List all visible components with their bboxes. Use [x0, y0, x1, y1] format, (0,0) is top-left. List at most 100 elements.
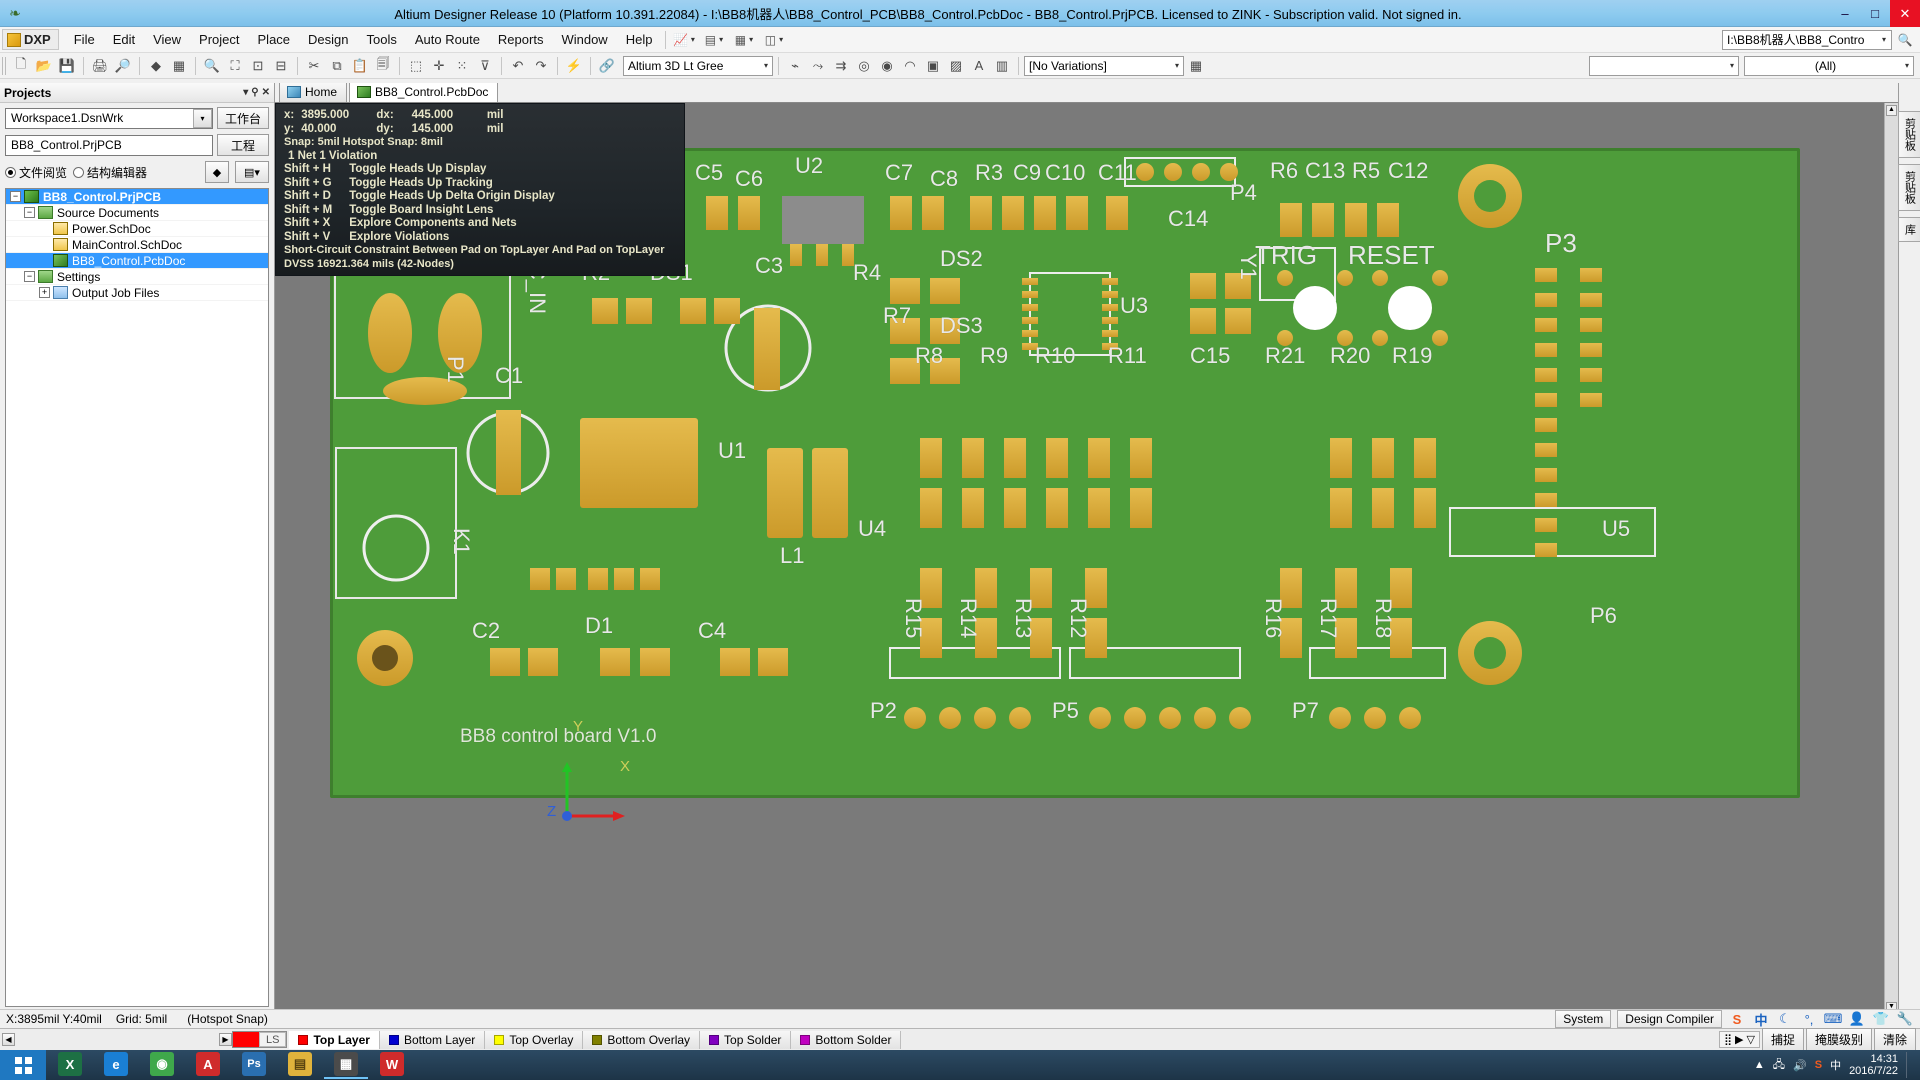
chrome-taskbar-icon[interactable]: ◉: [140, 1051, 184, 1079]
place-fill-icon[interactable]: ▣: [922, 55, 944, 76]
table-tool-icon[interactable]: ▤▾: [700, 30, 730, 50]
vtab-library[interactable]: 库: [1898, 217, 1920, 242]
doc-tab-pcbdoc[interactable]: BB8_Control.PcbDoc: [349, 83, 498, 102]
place-pad-icon[interactable]: ◎: [853, 55, 875, 76]
altium-taskbar-icon[interactable]: ▦: [324, 1051, 368, 1079]
toolbar-grip[interactable]: [2, 57, 7, 75]
project-tree[interactable]: − BB8_Control.PrjPCB − Source Documents …: [5, 188, 269, 1007]
zoom-filter-icon[interactable]: ⊟: [270, 55, 292, 76]
zoom-area-icon[interactable]: ⛶: [224, 55, 246, 76]
save-icon[interactable]: 💾: [56, 55, 78, 76]
route-interactive-icon[interactable]: ⌁: [784, 55, 806, 76]
minimize-button[interactable]: –: [1830, 0, 1860, 27]
view-config-combo[interactable]: Altium 3D Lt Gree ▾: [623, 56, 773, 76]
mask-level-icon-group[interactable]: ⣿ ▶ ▽: [1719, 1031, 1760, 1048]
close-button[interactable]: ✕: [1890, 0, 1920, 27]
tree-item-settings[interactable]: − Settings: [6, 269, 268, 285]
paste-icon[interactable]: 📋: [349, 55, 371, 76]
select-area-icon[interactable]: ⬚: [405, 55, 427, 76]
paste-special-icon[interactable]: 🗐: [372, 55, 394, 76]
menu-reports[interactable]: Reports: [489, 29, 553, 50]
redo-icon[interactable]: ↷: [530, 55, 552, 76]
tree-item-power-sch[interactable]: Power.SchDoc: [6, 221, 268, 237]
canvas-vertical-scrollbar[interactable]: ▲ ▼: [1884, 103, 1898, 1015]
tray-sogou-icon[interactable]: S: [1815, 1059, 1822, 1071]
sogou-ime-icon[interactable]: S: [1728, 1011, 1746, 1027]
variant-board-icon[interactable]: ▦: [1185, 55, 1207, 76]
open-project-icon[interactable]: ◆: [145, 55, 167, 76]
place-string-icon[interactable]: A: [968, 55, 990, 76]
layer-set-selector[interactable]: LS: [232, 1031, 287, 1048]
zoom-in-icon[interactable]: 🔍: [201, 55, 223, 76]
menu-tools[interactable]: Tools: [358, 29, 406, 50]
deselect-icon[interactable]: ⁙: [451, 55, 473, 76]
copy-icon[interactable]: ⧉: [326, 55, 348, 76]
layer-tab-bottom-layer[interactable]: Bottom Layer: [380, 1031, 485, 1049]
workspace-button[interactable]: 工作台: [217, 107, 269, 129]
tray-volume-icon[interactable]: 🔊: [1793, 1059, 1807, 1072]
move-icon[interactable]: ✛: [428, 55, 450, 76]
project-path-combo[interactable]: I:\BB8机器人\BB8_Contro ▾: [1722, 30, 1892, 50]
dxp-menu-button[interactable]: DXP: [2, 29, 59, 50]
tray-expand-icon[interactable]: ▲: [1754, 1059, 1765, 1071]
system-button[interactable]: System: [1555, 1010, 1611, 1028]
panel-tool-icon[interactable]: ◫▾: [760, 30, 790, 50]
tree-item-output-job-files[interactable]: + Output Job Files: [6, 285, 268, 301]
mask-level-button[interactable]: 掩膜级别: [1806, 1028, 1872, 1051]
punctuation-icon[interactable]: °,: [1800, 1011, 1818, 1027]
print-icon[interactable]: 🖨: [89, 55, 111, 76]
scroll-up-arrow-icon[interactable]: ▲: [1886, 105, 1897, 116]
pcb-canvas[interactable]: R1 C5 C6 U2 C7 C8 R3 C9 C10 C11 R6 C13 R…: [275, 103, 1898, 1028]
acrobat-taskbar-icon[interactable]: A: [186, 1051, 230, 1079]
scroll-right-icon[interactable]: ▶: [219, 1033, 232, 1046]
expander-icon[interactable]: −: [10, 191, 21, 202]
photoshop-taskbar-icon[interactable]: Ps: [232, 1051, 276, 1079]
menu-window[interactable]: Window: [552, 29, 616, 50]
layer-tab-top-layer[interactable]: Top Layer: [289, 1031, 379, 1049]
keyboard-icon[interactable]: ⌨: [1824, 1011, 1842, 1027]
snap-button[interactable]: 捕捉: [1762, 1028, 1804, 1051]
design-compiler-button[interactable]: Design Compiler: [1617, 1010, 1722, 1028]
chevron-down-icon[interactable]: ▾: [1879, 35, 1889, 44]
excel-taskbar-icon[interactable]: X: [48, 1051, 92, 1079]
taskbar-clock[interactable]: 14:31 2016/7/22: [1849, 1053, 1898, 1077]
tree-item-maincontrol-sch[interactable]: MainControl.SchDoc: [6, 237, 268, 253]
ime-chinese-icon[interactable]: 中: [1752, 1011, 1770, 1027]
new-document-icon[interactable]: 🗋: [10, 55, 32, 76]
scroll-left-icon[interactable]: ◀: [2, 1033, 15, 1046]
tray-network-icon[interactable]: 🖧: [1773, 1056, 1785, 1075]
route-differential-icon[interactable]: ⤳: [807, 55, 829, 76]
vtab-clipboard[interactable]: 剪贴板: [1898, 111, 1920, 158]
skin-icon[interactable]: 👕: [1872, 1011, 1890, 1027]
chart-tool-icon[interactable]: 📈▾: [670, 30, 700, 50]
radio-struct-editor[interactable]: 结构编辑器: [73, 164, 147, 181]
menu-file[interactable]: File: [65, 29, 104, 50]
panel-dropdown-icon[interactable]: ▾: [243, 87, 248, 98]
chevron-down-icon[interactable]: ▾: [1727, 61, 1737, 70]
project-combo[interactable]: BB8_Control.PrjPCB: [5, 135, 213, 156]
print-preview-icon[interactable]: 🔎: [112, 55, 134, 76]
undo-icon[interactable]: ↶: [507, 55, 529, 76]
tree-item-source-documents[interactable]: − Source Documents: [6, 205, 268, 221]
place-component-icon[interactable]: ▥: [991, 55, 1013, 76]
explorer-taskbar-icon[interactable]: ▤: [278, 1051, 322, 1079]
place-polygon-icon[interactable]: ▨: [945, 55, 967, 76]
radio-file-view[interactable]: 文件阅览: [5, 164, 67, 181]
menu-design[interactable]: Design: [299, 29, 357, 50]
menu-auto-route[interactable]: Auto Route: [406, 29, 489, 50]
moon-icon[interactable]: ☾: [1776, 1011, 1794, 1027]
chevron-down-icon[interactable]: ▾: [193, 109, 212, 128]
project-options-button[interactable]: ◆: [205, 161, 229, 183]
expander-icon[interactable]: −: [24, 207, 35, 218]
menu-place[interactable]: Place: [249, 29, 300, 50]
expander-icon[interactable]: −: [24, 271, 35, 282]
layer-tab-bottom-solder[interactable]: Bottom Solder: [791, 1031, 901, 1049]
cross-probe-icon[interactable]: ⚡: [563, 55, 585, 76]
zoom-selected-icon[interactable]: ⊡: [247, 55, 269, 76]
maximize-button[interactable]: □: [1860, 0, 1890, 27]
layer-tab-bottom-overlay[interactable]: Bottom Overlay: [583, 1031, 700, 1049]
wps-taskbar-icon[interactable]: W: [370, 1051, 414, 1079]
panel-close-icon[interactable]: ✕: [262, 87, 270, 98]
help-search-icon[interactable]: 🔍: [1894, 30, 1916, 50]
variations-combo[interactable]: [No Variations] ▾: [1024, 56, 1184, 76]
